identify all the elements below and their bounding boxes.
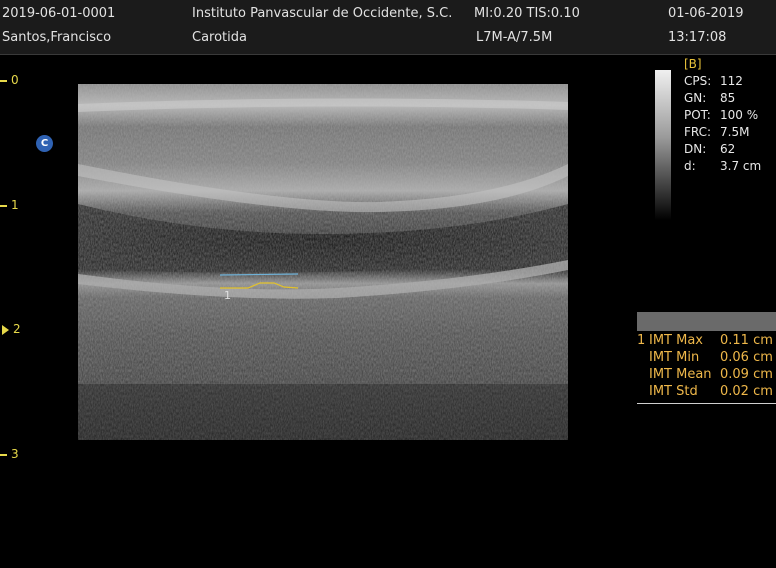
imt-value: 0.11 cm [720, 333, 773, 348]
imt-row[interactable]: IMT Min 0.06 cm [637, 349, 776, 366]
imt-label: IMT Max [649, 333, 703, 348]
depth-mark-1: 1 [0, 198, 19, 212]
param-row: FRC: 7.5M [684, 124, 761, 141]
param-row: CPS: 112 [684, 73, 761, 90]
param-key: POT: [684, 108, 711, 122]
depth-tick-icon [0, 79, 7, 82]
depth-mark-2: 2 [0, 322, 21, 336]
param-key: d: [684, 159, 696, 173]
param-row: POT: 100 % [684, 107, 761, 124]
imt-value: 0.02 cm [720, 384, 773, 399]
param-key: DN: [684, 142, 707, 156]
imt-row[interactable]: IMT Mean 0.09 cm [637, 366, 776, 383]
imt-results-panel: 1 IMT Max 0.11 cm IMT Min 0.06 cm IMT Mean 0… [637, 332, 776, 400]
grayscale-bar [655, 70, 671, 220]
param-value: 100 % [720, 108, 759, 122]
param-key: FRC: [684, 125, 712, 139]
depth-tick-icon [0, 204, 7, 207]
imt-label: IMT Mean [649, 367, 712, 382]
depth-mark-0: 0 [0, 73, 19, 87]
imt-panel-header [637, 312, 776, 331]
center-marker-badge[interactable]: C [36, 135, 53, 152]
param-row: d: 3.7 cm [684, 158, 761, 175]
depth-mark-3: 3 [0, 447, 19, 461]
param-value: 85 [720, 91, 736, 105]
institution-name: Instituto Panvascular de Occidente, S.C. [192, 6, 453, 21]
imt-row[interactable]: IMT Std 0.02 cm [637, 383, 776, 400]
imaging-mode: [B] [684, 57, 702, 71]
ultrasound-image[interactable]: 1 [78, 84, 568, 440]
param-row: DN: 62 [684, 141, 761, 158]
probe-frequency: L7M-A/7.5M [476, 30, 553, 45]
imt-row[interactable]: 1 IMT Max 0.11 cm [637, 332, 776, 349]
imt-value: 0.09 cm [720, 367, 773, 382]
imt-index: 1 [637, 333, 646, 348]
depth-tick-icon [0, 453, 7, 456]
imt-value: 0.06 cm [720, 350, 773, 365]
imt-divider [637, 403, 776, 404]
depth-label: 1 [11, 198, 19, 212]
depth-label: 2 [13, 322, 21, 336]
param-value: 3.7 cm [720, 159, 762, 173]
imt-label: IMT Min [649, 350, 700, 365]
imt-label: IMT Std [649, 384, 698, 399]
exam-type: Carotida [192, 30, 247, 45]
depth-label: 0 [11, 73, 19, 87]
imaging-parameters: [B] CPS: 112 GN: 85 POT: 100 % FRC: 7.5M DN:… [684, 56, 761, 175]
header-bar: 2019-06-01-0001 Santos,Francisco Institu… [0, 0, 776, 55]
exam-time: 13:17:08 [668, 30, 727, 45]
mi-tis-readout: MI:0.20 TIS:0.10 [474, 6, 580, 21]
param-key: GN: [684, 91, 707, 105]
param-key: CPS: [684, 74, 712, 88]
ultrasound-image-svg: 1 [78, 84, 568, 440]
depth-label: 3 [11, 447, 19, 461]
exam-date: 01-06-2019 [668, 6, 744, 21]
param-value: 62 [720, 142, 736, 156]
focus-marker-icon[interactable] [2, 324, 9, 335]
param-value: 7.5M [720, 125, 750, 139]
param-value: 112 [720, 74, 743, 88]
patient-name: Santos,Francisco [2, 30, 112, 45]
measurement-label: 1 [224, 289, 231, 302]
patient-id: 2019-06-01-0001 [2, 6, 116, 21]
param-row: GN: 85 [684, 90, 761, 107]
